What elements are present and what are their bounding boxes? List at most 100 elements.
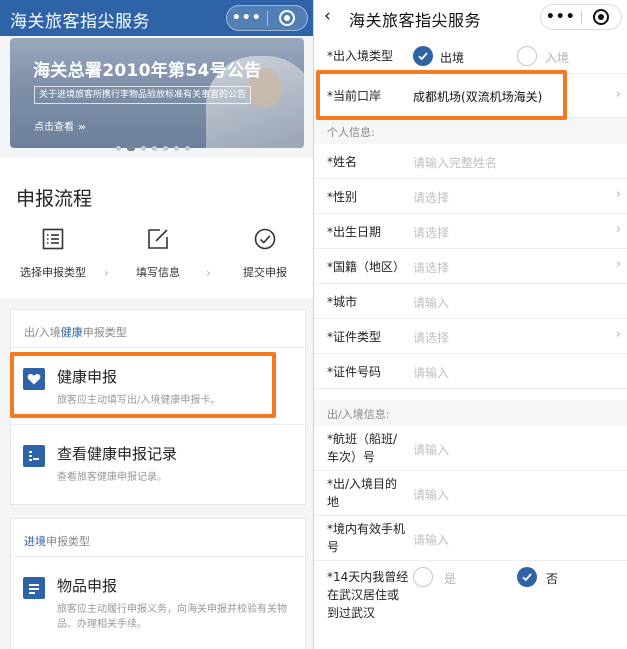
highlight-box-port [316,70,567,120]
check-icon [522,573,532,582]
back-arrow-icon[interactable]: ‹ [324,6,331,26]
field-label-line: *14天内我曾经 [327,570,409,584]
screen: 海关旅客指尖服务 ••• 海关总署2010年第54号公告 关于进境旅客所携行李物… [0,0,627,649]
field-label-line: *航班（船班/ [327,432,398,446]
chevron-right-icon: › [615,327,621,342]
field-placeholder[interactable]: 请选择 [413,189,449,206]
radio-exit-label[interactable]: 出境 [440,49,464,66]
field-placeholder[interactable]: 请输入 [413,441,449,458]
carousel-dot[interactable] [185,146,190,151]
radio-yes[interactable] [413,567,433,587]
carousel-dot[interactable] [116,146,121,151]
carousel-dot[interactable] [141,146,146,151]
form-row[interactable]: *证件类型 请选择 › [314,319,627,354]
entry-declaration-section: 进境申报类型 物品申报 旅客应主动履行申报义务，向海关申报并校验有关物品、办理相… [10,518,306,649]
banner-view-link[interactable]: 点击查看 ››› [34,118,86,133]
form-row[interactable]: *证件号码 请输入 [314,354,627,389]
trip-info-header: 出/入境信息: [314,400,627,426]
field-label-line: 号 [327,540,340,554]
field-placeholder[interactable]: 请选择 [413,224,449,241]
direction-row: *出入境类型 出境 入境 [314,38,627,74]
document-icon [23,577,45,599]
radio-yes-label[interactable]: 是 [444,570,456,587]
item-title: 查看健康申报记录 [57,445,178,463]
left-panel: 海关旅客指尖服务 ••• 海关总署2010年第54号公告 关于进境旅客所携行李物… [0,0,314,649]
flow-step-label: 填写信息 [136,266,180,279]
edit-icon [147,228,169,250]
field-label: *出生日期 [327,225,382,239]
field-label: *航班（船班/车次）号 [327,430,397,466]
form-row[interactable]: *出/入境目的地请输入 [314,471,627,516]
flow-step-select-type: 选择申报类型 [3,228,103,280]
left-nav-title: 海关旅客指尖服务 [10,12,150,32]
check-circle-icon [254,228,276,250]
field-label: *性别 [327,190,358,204]
left-mini-program-capsule: ••• [226,5,308,31]
health-record-item[interactable]: 查看健康申报记录 查看旅客健康申报记录。 [11,424,305,500]
item-description: 查看旅客健康申报记录。 [57,472,167,483]
carousel-dot[interactable] [127,146,135,151]
list-icon [42,228,64,250]
triple-arrow-icon: ››› [78,122,86,133]
form-row[interactable]: *姓名 请输入完整姓名 [314,144,627,179]
carousel-dot[interactable] [152,146,157,151]
flow-step-label: 提交申报 [243,266,287,279]
right-nav-title: 海关旅客指尖服务 [349,11,482,30]
field-placeholder[interactable]: 请输入 [413,294,449,311]
goods-declaration-item[interactable]: 物品申报 旅客应主动履行申报义务，向海关申报并校验有关物品、办理相关手续。 [11,557,305,649]
field-placeholder[interactable]: 请选择 [413,329,449,346]
wuhan-history-row: *14天内我曾经 在武汉居住或 到过武汉 是 否 [314,562,627,642]
close-target-icon[interactable] [581,8,621,26]
flow-title: 申报流程 [16,188,93,210]
close-target-icon[interactable] [267,9,307,27]
radio-exit[interactable] [413,46,433,66]
section-header-accent: 健康 [60,326,83,339]
radio-entry[interactable] [517,46,537,66]
field-label: *姓名 [327,155,358,169]
field-label: *国籍（地区） [327,260,406,274]
field-label-line: 地 [327,495,340,509]
more-dots-icon[interactable]: ••• [541,9,581,25]
radio-no[interactable] [517,567,537,587]
form-row[interactable]: *城市 请输入 [314,284,627,319]
declaration-flow-card: 申报流程 选择申报类型 › 填写信息 › 提交申报 [0,158,314,298]
section-header-prefix: 出/入境 [24,326,61,339]
chevron-right-icon: › [615,257,621,272]
form-row[interactable]: *航班（船班/车次）号 请输入 [314,426,627,471]
field-label-line: *境内有效手机 [327,522,406,536]
section-header: 出/入境健康申报类型 [11,310,305,348]
carousel-dots [116,146,190,151]
field-placeholder[interactable]: 请输入 [413,364,449,381]
field-label: *境内有效手机号 [327,520,405,556]
field-placeholder[interactable]: 请输入完整姓名 [413,154,497,171]
form-row[interactable]: *境内有效手机号请输入 [314,516,627,561]
section-header-suffix: 申报类型 [82,326,127,339]
field-label-line: 在武汉居住或 [327,588,400,602]
item-title: 物品申报 [57,577,118,595]
section-header: 进境申报类型 [11,519,305,557]
field-placeholder[interactable]: 请选择 [413,259,449,276]
carousel-dot[interactable] [174,146,179,151]
carousel-dot[interactable] [163,146,168,151]
field-placeholder[interactable]: 请输入 [413,531,449,548]
form-row[interactable]: *国籍（地区） 请选择 › [314,249,627,284]
field-label: *证件类型 [327,330,382,344]
section-header-suffix: 申报类型 [46,535,90,548]
form-row[interactable]: *出生日期 请选择 › [314,214,627,249]
chevron-right-icon: › [615,222,621,237]
chevron-right-icon: › [206,266,211,280]
banner-subtitle: 关于进境旅客所携行李物品验放标准有关事宜的公告 [34,86,252,104]
field-label-line: *出/入境目的 [327,477,398,491]
banner-link-text: 点击查看 [34,122,74,133]
radio-entry-label[interactable]: 入境 [545,49,569,66]
radio-no-label[interactable]: 否 [546,570,558,587]
more-dots-icon[interactable]: ••• [227,10,267,26]
right-mini-program-capsule: ••• [540,4,622,30]
check-icon [418,52,428,61]
chevron-right-icon: › [615,187,621,202]
field-label: *出入境类型 [327,49,394,63]
field-label: *出/入境目的地 [327,475,397,511]
field-placeholder[interactable]: 请输入 [413,486,449,503]
form-row[interactable]: *性别 请选择 › [314,179,627,214]
announcement-banner[interactable]: 海关总署2010年第54号公告 关于进境旅客所携行李物品验放标准有关事宜的公告 … [10,38,304,148]
